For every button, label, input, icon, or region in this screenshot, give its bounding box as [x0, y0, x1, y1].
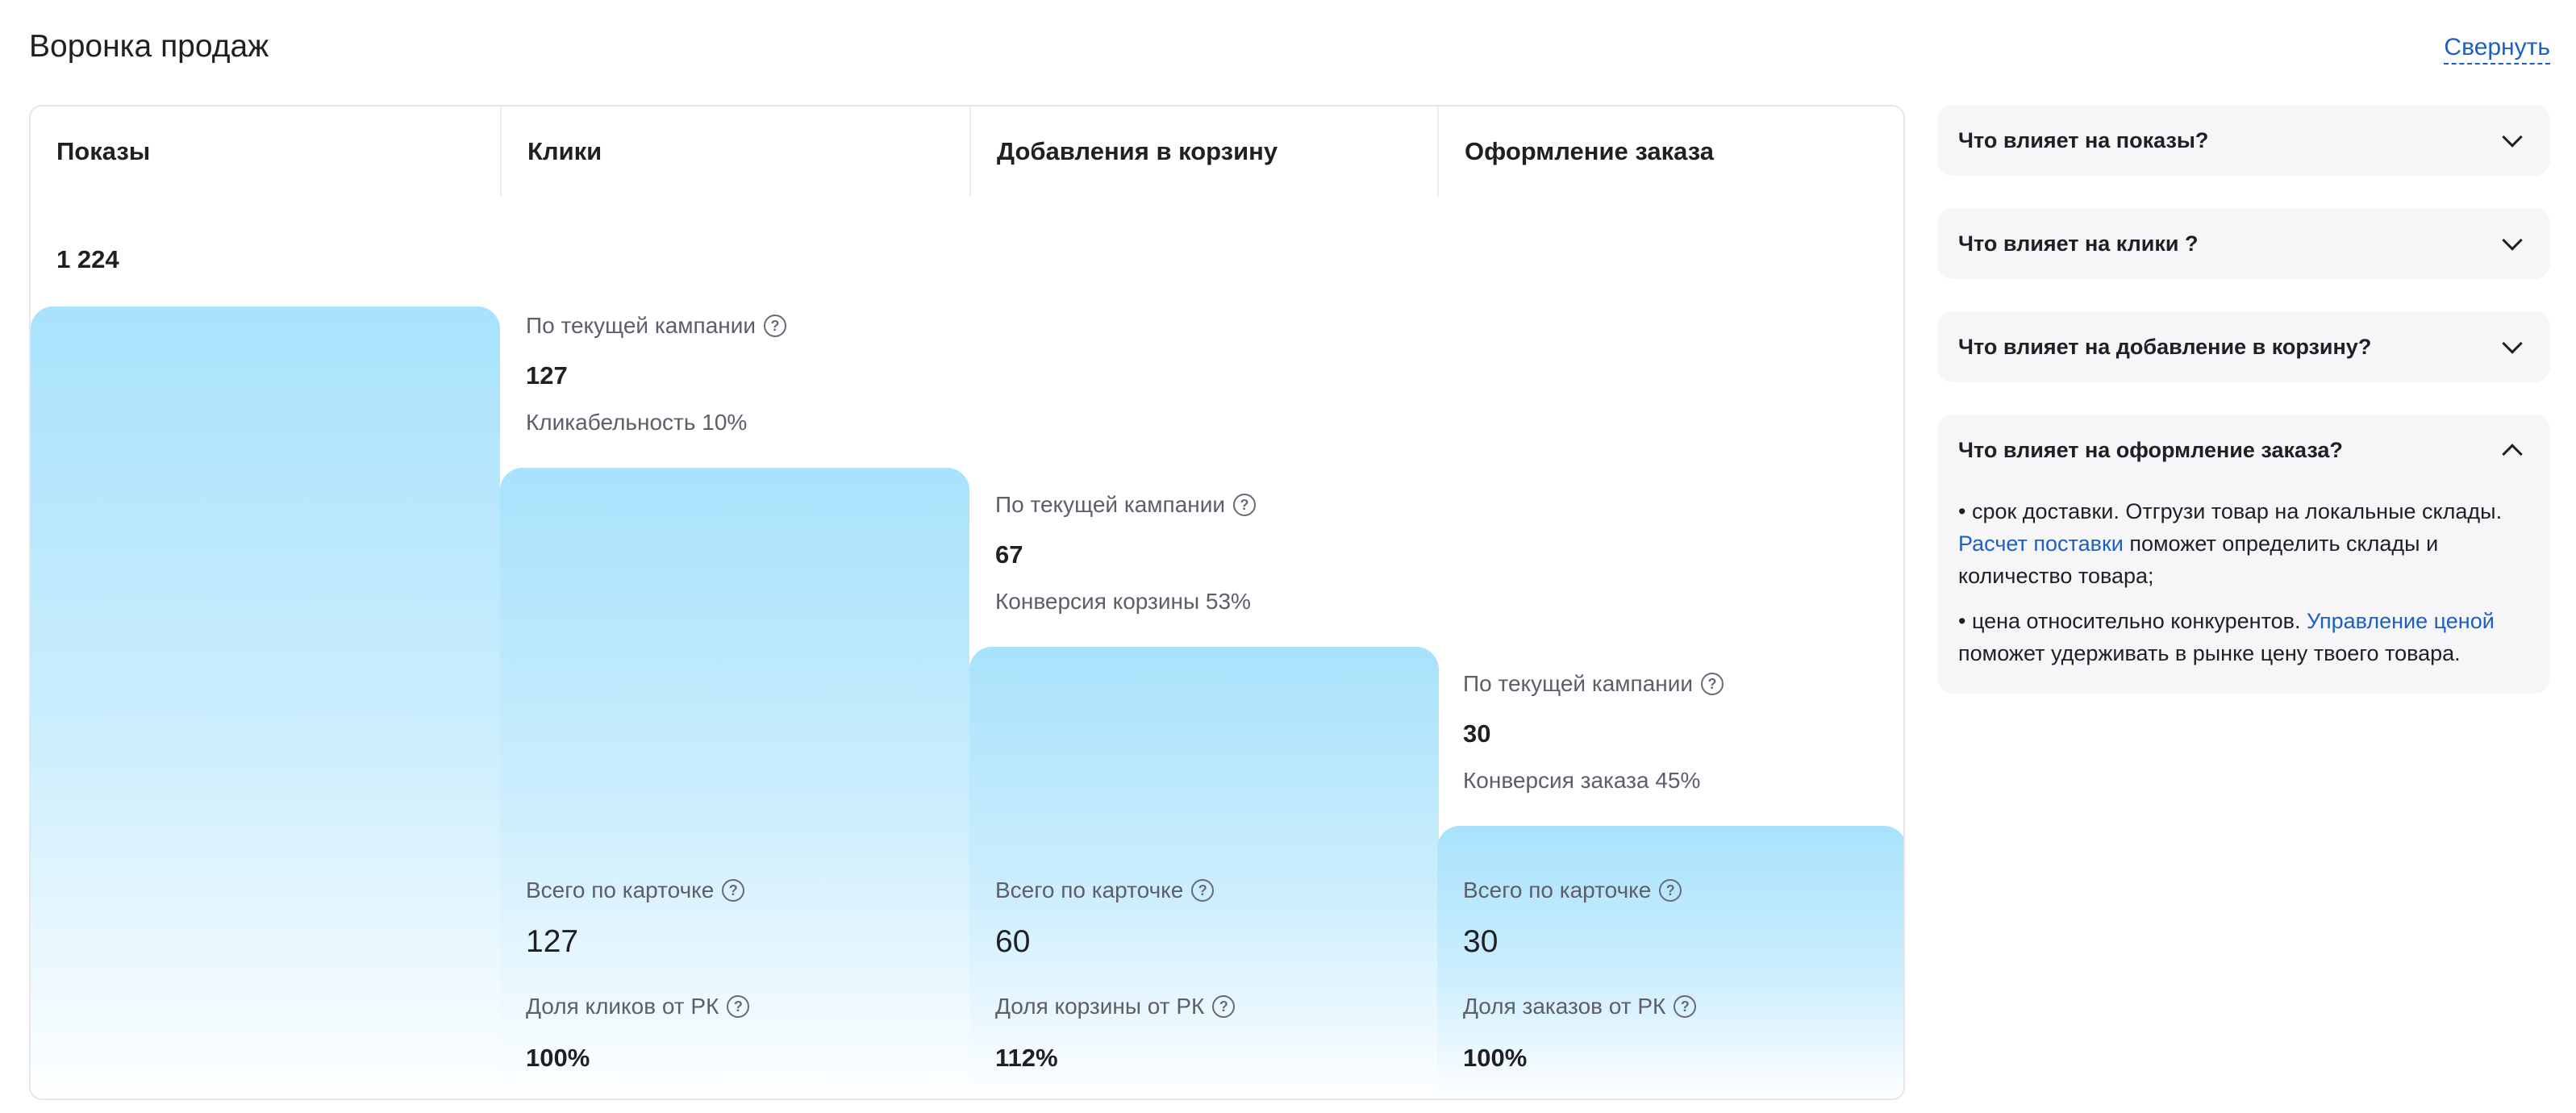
faq-answer-text: • цена относительно конкурентов. [1958, 609, 2307, 633]
faq-answer: • срок доставки. Отгрузи товар на локаль… [1937, 486, 2550, 694]
funnel-bar-add-to-cart [969, 647, 1439, 1098]
help-icon[interactable]: ? [1191, 879, 1215, 902]
column-header-clicks: Клики [527, 137, 602, 165]
column-header-add-to-cart: Добавления в корзину [997, 137, 1278, 165]
campaign-label-text: По текущей кампании [1463, 671, 1694, 696]
faq-answer-paragraph: • срок доставки. Отгрузи товар на локаль… [1958, 495, 2529, 592]
campaign-rate: Конверсия корзины 53% [995, 589, 1251, 614]
card-total-label: Всего по карточке ? [526, 877, 745, 903]
campaign-label-text: По текущей кампании [995, 492, 1226, 517]
chevron-down-icon[interactable] [2502, 230, 2523, 251]
card-total-label-text: Всего по карточке [995, 877, 1184, 902]
price-management-link[interactable]: Управление ценой [2307, 609, 2495, 633]
column-header-impressions: Показы [56, 137, 151, 165]
share-label-text: Доля корзины от РК [995, 994, 1205, 1019]
chevron-up-icon[interactable] [2502, 444, 2523, 465]
help-icon[interactable]: ? [1674, 995, 1697, 1018]
chevron-down-icon[interactable] [2502, 333, 2523, 354]
card-total-label: Всего по карточке ? [1463, 877, 1682, 903]
sales-funnel-panel: Показы Клики Добавления в корзину Оформл… [29, 105, 1905, 1100]
campaign-value: 30 [1463, 719, 1491, 748]
faq-question: Что влияет на оформление заказа? [1958, 437, 2343, 462]
share-label-text: Доля заказов от РК [1463, 994, 1666, 1019]
campaign-value: 127 [526, 361, 568, 390]
card-total-value: 127 [526, 924, 579, 959]
campaign-label: По текущей кампании ? [995, 492, 1257, 518]
chevron-down-icon[interactable] [2502, 127, 2523, 148]
campaign-label: По текущей кампании ? [526, 313, 787, 339]
help-icon[interactable]: ? [722, 879, 745, 902]
help-icon[interactable]: ? [1701, 673, 1724, 695]
faq-item-impressions[interactable]: Что влияет на показы? [1937, 105, 2550, 176]
share-value: 112% [995, 1044, 1058, 1072]
faq-answer-text: поможет удерживать в рынке цену твоего т… [1958, 641, 2461, 665]
campaign-rate: Кликабельность 10% [526, 410, 748, 435]
help-icon[interactable]: ? [764, 315, 787, 337]
faq-question: Что влияет на добавление в корзину? [1958, 334, 2372, 359]
share-label: Доля кликов от РК ? [526, 994, 750, 1019]
share-label: Доля корзины от РК ? [995, 994, 1236, 1019]
faq-answer-paragraph: • цена относительно конкурентов. Управле… [1958, 605, 2529, 669]
faq-header[interactable]: Что влияет на оформление заказа? [1937, 415, 2550, 486]
faq-answer-text: • срок доставки. Отгрузи товар на локаль… [1958, 499, 2503, 523]
card-total-label: Всего по карточке ? [995, 877, 1215, 903]
share-value: 100% [1463, 1044, 1528, 1072]
collapse-link[interactable]: Свернуть [2444, 34, 2550, 65]
faq-question: Что влияет на клики ? [1958, 231, 2199, 256]
supply-calc-link[interactable]: Расчет поставки [1958, 531, 2124, 556]
faq-item-add-to-cart[interactable]: Что влияет на добавление в корзину? [1937, 311, 2550, 382]
share-label: Доля заказов от РК ? [1463, 994, 1697, 1019]
share-value: 100% [526, 1044, 590, 1072]
faq-item-clicks[interactable]: Что влияет на клики ? [1937, 208, 2550, 279]
faq-item-checkout[interactable]: Что влияет на оформление заказа? • срок … [1937, 415, 2550, 694]
card-total-value: 30 [1463, 924, 1498, 959]
help-icon[interactable]: ? [1659, 879, 1682, 902]
page-title: Воронка продаж [29, 29, 269, 64]
faq-header[interactable]: Что влияет на клики ? [1937, 208, 2550, 279]
faq-question: Что влияет на показы? [1958, 127, 2209, 152]
faq-header[interactable]: Что влияет на показы? [1937, 105, 2550, 176]
column-header-checkout: Оформление заказа [1465, 137, 1715, 165]
campaign-value: 67 [995, 540, 1023, 569]
impressions-value: 1 224 [56, 245, 119, 273]
campaign-rate: Конверсия заказа 45% [1463, 768, 1701, 793]
campaign-label: По текущей кампании ? [1463, 671, 1724, 697]
card-total-label-text: Всего по карточке [526, 877, 715, 902]
campaign-label-text: По текущей кампании [526, 313, 757, 338]
faq-header[interactable]: Что влияет на добавление в корзину? [1937, 311, 2550, 382]
funnel-bar-impressions [31, 306, 500, 1098]
help-icon[interactable]: ? [1233, 494, 1257, 516]
share-label-text: Доля кликов от РК [526, 994, 719, 1019]
card-total-value: 60 [995, 924, 1031, 959]
help-icon[interactable]: ? [1212, 995, 1236, 1018]
card-total-label-text: Всего по карточке [1463, 877, 1652, 902]
help-icon[interactable]: ? [727, 995, 750, 1018]
